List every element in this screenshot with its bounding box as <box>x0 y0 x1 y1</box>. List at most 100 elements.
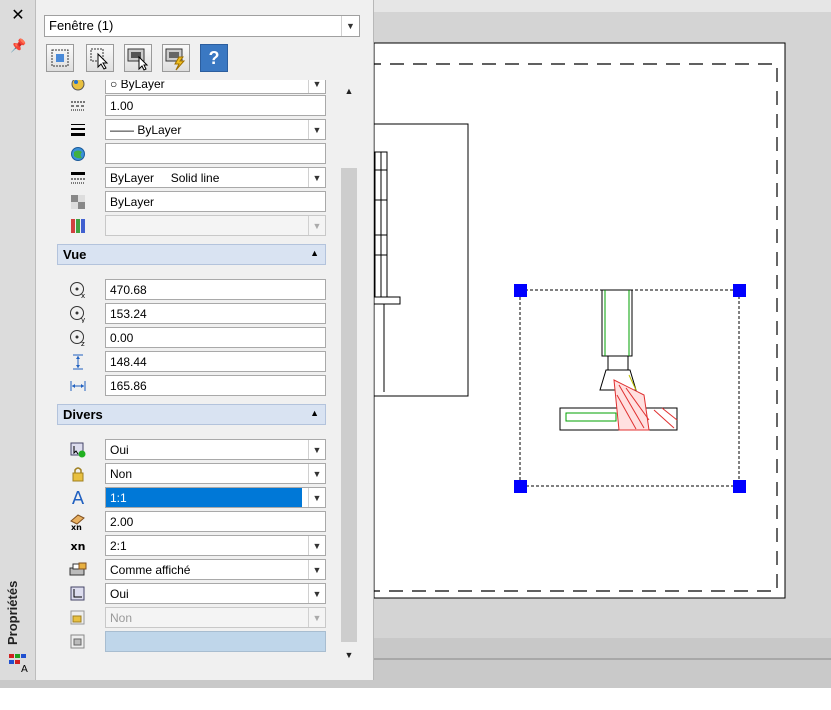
center-y-icon: y <box>69 305 87 323</box>
property-row-center-z[interactable]: z 0.00 <box>57 326 340 350</box>
custom-scale-icon: xn <box>69 513 87 531</box>
property-value-center-x[interactable]: 470.68 <box>105 279 326 300</box>
chevron-down-icon[interactable]: ▼ <box>308 560 325 579</box>
chevron-down-icon[interactable]: ▼ <box>308 536 325 555</box>
close-icon[interactable]: ✕ <box>10 8 26 24</box>
scroll-down-icon[interactable]: ▼ <box>340 648 358 662</box>
palette-title: Propriétés <box>5 580 20 645</box>
property-row-on[interactable]: Oui ▼ <box>57 438 340 462</box>
property-row-center-x[interactable]: x 470.68 <box>57 278 340 302</box>
on-icon <box>69 441 87 459</box>
chevron-down-icon[interactable]: ▼ <box>341 16 359 36</box>
property-value-height[interactable]: 148.44 <box>105 351 326 372</box>
linetype-scale-icon <box>69 97 87 115</box>
property-row-width[interactable]: 165.86 <box>57 374 340 398</box>
chevron-down-icon[interactable]: ▼ <box>308 168 325 187</box>
material-icon <box>69 217 87 235</box>
property-value-plotstyle[interactable]: ByLayer Solid line ▼ <box>105 167 326 188</box>
select-objects-icon <box>90 48 109 70</box>
chevron-down-icon[interactable]: ▼ <box>308 464 325 483</box>
property-value-custom-scale[interactable]: 2.00 <box>105 511 326 532</box>
properties-palette: ✕ 📌 Propriétés A Fenêtre (1) ▼ ? ○ ByLay… <box>0 0 374 680</box>
property-row-standard-scale[interactable]: xn 2:1 ▼ <box>57 534 340 558</box>
property-row-height[interactable]: 148.44 <box>57 350 340 374</box>
chevron-down-icon[interactable]: ▼ <box>308 120 325 139</box>
grip-top-right[interactable] <box>733 284 746 297</box>
clipped-icon <box>69 609 87 627</box>
property-value-clipped: Non ▼ <box>105 607 326 628</box>
collapse-icon[interactable]: ▲ <box>310 408 319 418</box>
ucs-per-viewport-icon <box>69 585 87 603</box>
section-header-divers[interactable]: Divers ▲ <box>57 404 326 425</box>
properties-scrollbar[interactable]: ▲ ▼ <box>340 80 358 665</box>
center-x-icon: x <box>69 281 87 299</box>
property-row-lock[interactable]: Non ▼ <box>57 462 340 486</box>
lisp-icon <box>165 48 186 71</box>
property-row-plotstyle[interactable]: ByLayer Solid line ▼ <box>57 166 340 190</box>
property-value-standard-scale[interactable]: 2:1 ▼ <box>105 535 326 556</box>
bottom-margin <box>0 688 831 710</box>
property-value-lock[interactable]: Non ▼ <box>105 463 326 484</box>
property-value-center-y[interactable]: 153.24 <box>105 303 326 324</box>
property-row-visual-style[interactable] <box>57 630 340 654</box>
property-row-clipped[interactable]: Non ▼ <box>57 606 340 630</box>
property-value-linetype-scale[interactable]: 1.00 <box>105 95 326 116</box>
property-value-on[interactable]: Oui ▼ <box>105 439 326 460</box>
chevron-down-icon: ▼ <box>308 608 325 627</box>
grip-top-left[interactable] <box>514 284 527 297</box>
property-row-annotation-scale[interactable]: A 1:1 ▼ <box>57 486 340 510</box>
layout-paper <box>374 42 786 599</box>
property-value-ucs-per-viewport[interactable]: Oui ▼ <box>105 583 326 604</box>
grip-bottom-right[interactable] <box>733 480 746 493</box>
property-row-transparency[interactable]: ByLayer <box>57 190 340 214</box>
help-button[interactable]: ? <box>200 44 228 72</box>
annotation-scale-icon: A <box>71 487 85 509</box>
property-value-annotation-scale[interactable]: 1:1 ▼ <box>105 487 326 508</box>
property-row-ucs-per-viewport[interactable]: Oui ▼ <box>57 582 340 606</box>
chevron-down-icon: ▼ <box>308 216 325 235</box>
property-value-width[interactable]: 165.86 <box>105 375 326 396</box>
property-value-shade-plot[interactable]: Comme affiché ▼ <box>105 559 326 580</box>
property-row-hyperlink[interactable] <box>57 142 340 166</box>
property-row-shade-plot[interactable]: Comme affiché ▼ <box>57 558 340 582</box>
section-header-vue[interactable]: Vue ▲ <box>57 244 326 265</box>
svg-text:A: A <box>21 664 28 674</box>
property-value-color[interactable]: ○ ByLayer ▼ <box>105 80 326 94</box>
property-row-custom-scale[interactable]: xn 2.00 <box>57 510 340 534</box>
lisp-button[interactable] <box>162 44 190 72</box>
transparency-icon <box>69 193 87 211</box>
properties-logo-icon: A <box>9 654 28 674</box>
scrollbar-thumb[interactable] <box>341 168 357 642</box>
chevron-down-icon[interactable]: ▼ <box>308 440 325 459</box>
property-value-visual-style[interactable] <box>105 631 326 652</box>
palette-titlebar[interactable]: ✕ 📌 Propriétés A <box>0 0 36 680</box>
property-row-lineweight[interactable]: —— ByLayer ▼ <box>57 118 340 142</box>
help-icon: ? <box>208 48 220 68</box>
visual-style-icon <box>69 633 87 651</box>
select-objects-button[interactable] <box>86 44 114 72</box>
chevron-down-icon[interactable]: ▼ <box>308 488 325 507</box>
property-value-transparency[interactable]: ByLayer <box>105 191 326 212</box>
plotstyle-icon <box>69 169 87 187</box>
shade-plot-icon <box>69 561 87 579</box>
object-type-dropdown[interactable]: Fenêtre (1) ▼ <box>44 15 360 37</box>
drawing-canvas[interactable] <box>374 0 831 662</box>
property-value-center-z[interactable]: 0.00 <box>105 327 326 348</box>
property-row-center-y[interactable]: y 153.24 <box>57 302 340 326</box>
grip-bottom-left[interactable] <box>514 480 527 493</box>
collapse-icon[interactable]: ▲ <box>310 248 319 258</box>
quick-select-button[interactable] <box>46 44 74 72</box>
hyperlink-icon <box>69 145 87 163</box>
scroll-up-icon[interactable]: ▲ <box>340 84 358 98</box>
toggle-pickadd-button[interactable] <box>124 44 152 72</box>
chevron-down-icon[interactable]: ▼ <box>308 80 325 93</box>
quick-select-icon <box>51 49 69 67</box>
chevron-down-icon[interactable]: ▼ <box>308 584 325 603</box>
property-value-lineweight[interactable]: —— ByLayer ▼ <box>105 119 326 140</box>
pin-icon[interactable]: 📌 <box>10 38 26 54</box>
svg-text:z: z <box>81 340 85 347</box>
lock-icon <box>69 465 87 483</box>
property-row-linetype-scale[interactable]: 1.00 <box>57 94 340 118</box>
property-row-material[interactable]: ▼ <box>57 214 340 238</box>
property-value-hyperlink[interactable] <box>105 143 326 164</box>
